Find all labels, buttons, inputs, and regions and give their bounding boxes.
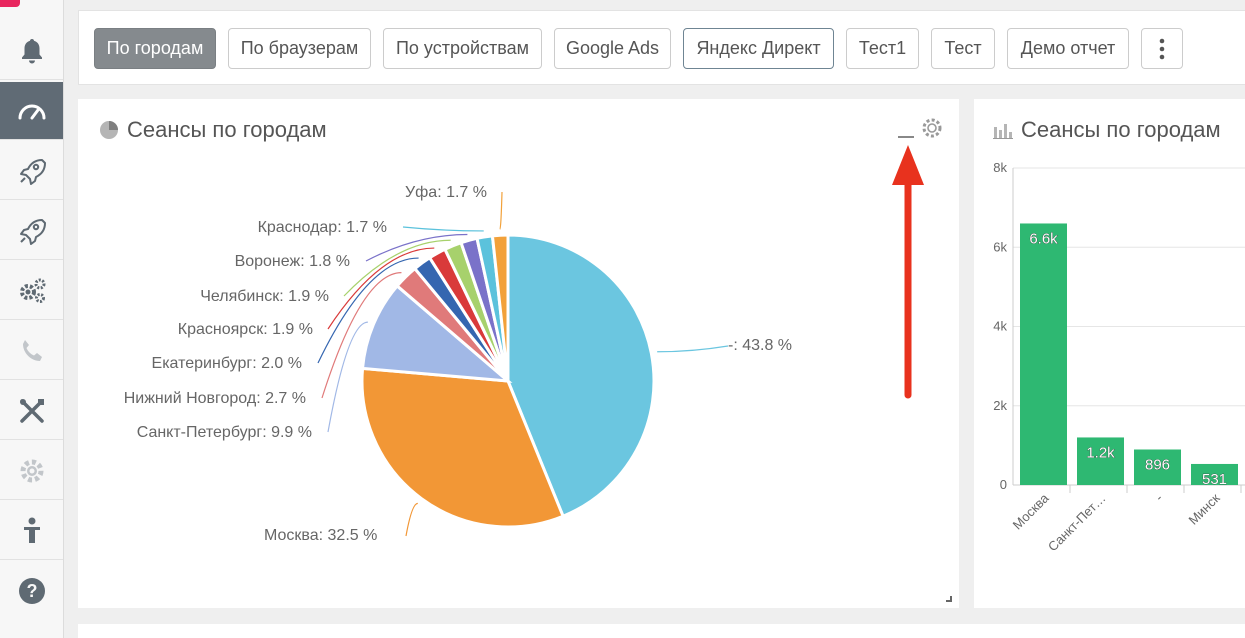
tab-by-cities[interactable]: По городам: [94, 28, 216, 69]
bar-category-label: Москва: [1010, 490, 1053, 533]
bar-y-tick-label: 2k: [993, 398, 1007, 413]
sidebar: ?: [0, 0, 64, 638]
svg-text:?: ?: [26, 581, 37, 601]
tab-test1[interactable]: Тест1: [846, 28, 919, 69]
sidebar-item-integrations[interactable]: [0, 262, 63, 320]
gears-icon: [19, 278, 45, 303]
pie-leader-line: [499, 191, 503, 230]
resize-handle[interactable]: [946, 596, 952, 602]
bar-category-label: -: [1152, 491, 1166, 505]
pie-label-spb: Санкт-Петербург: 9.9 %: [136, 424, 312, 441]
bar-data-label: 531: [1202, 471, 1227, 488]
person-icon: [23, 517, 40, 543]
phone-icon: [22, 339, 42, 361]
bar-y-tick-label: 6k: [993, 239, 1007, 254]
tab-google-ads[interactable]: Google Ads: [554, 28, 671, 69]
tab-test[interactable]: Тест: [931, 28, 995, 69]
sidebar-item-settings[interactable]: [0, 442, 63, 500]
bar-category-label: Минск: [1186, 490, 1223, 527]
pie-label-moskva: Москва: 32.5 %: [264, 527, 378, 544]
tools-icon: [19, 398, 44, 423]
pie-label-ufa: Уфа: 1.7 %: [404, 184, 487, 201]
sidebar-item-notifications[interactable]: [0, 22, 63, 80]
pie-label-dash: -: 43.8 %: [728, 337, 793, 354]
tab-by-devices[interactable]: По устройствам: [383, 28, 542, 69]
rocket-icon: [19, 158, 46, 185]
lower-panel: [78, 624, 1245, 638]
more-tabs-button[interactable]: [1141, 28, 1183, 69]
tab-yandex-direct[interactable]: Яндекс Директ: [683, 28, 834, 69]
bell-icon: [21, 38, 42, 63]
dashboard-gauge-icon: [18, 104, 45, 119]
sidebar-item-launch[interactable]: [0, 202, 63, 260]
pie-label-krasnodar: Краснодар: 1.7 %: [257, 219, 387, 236]
pie-leader-line: [402, 226, 484, 232]
pie-chart-panel: Сеансы по городам -: 43.8 % Москва: 32.5…: [78, 99, 959, 608]
bar-y-tick-label: 0: [1000, 477, 1007, 492]
bar-data-label: 896: [1145, 456, 1170, 473]
settings-gear-icon: [20, 459, 43, 482]
rocket-icon: [19, 218, 46, 245]
sidebar-item-profile[interactable]: [0, 502, 63, 560]
red-arrow-annotation: [892, 145, 924, 399]
app-logo[interactable]: [0, 0, 20, 7]
vertical-dots-icon: [1159, 38, 1165, 59]
bar-data-label: 1.2k: [1086, 444, 1115, 461]
pie-chart: [317, 191, 729, 537]
pie-label-chelyabinsk: Челябинск: 1.9 %: [200, 288, 329, 305]
bar-y-tick-label: 4k: [993, 319, 1007, 334]
pie-leader-line: [657, 345, 729, 353]
tab-by-browsers[interactable]: По браузерам: [228, 28, 371, 69]
help-icon: ?: [18, 578, 45, 604]
pie-leader-line: [405, 502, 418, 537]
report-tabs-bar: По городам По браузерам По устройствам G…: [78, 10, 1245, 85]
sidebar-item-calls[interactable]: [0, 322, 63, 380]
sidebar-item-campaigns[interactable]: [0, 142, 63, 200]
bar[interactable]: [1020, 223, 1067, 485]
pie-label-krasnoyarsk: Красноярск: 1.9 %: [177, 321, 313, 338]
sidebar-item-dashboard[interactable]: [0, 82, 63, 140]
bar-category-label: Санкт-Пет…: [1045, 491, 1109, 555]
tab-demo-report[interactable]: Демо отчет: [1007, 28, 1129, 69]
sidebar-item-tools[interactable]: [0, 382, 63, 440]
bar-chart-panel: Сеансы по городам 0 2k 4k 6k 8k 6.6k Москва 1.2…: [974, 99, 1245, 608]
sidebar-item-help[interactable]: ?: [0, 562, 63, 620]
bar-data-label: 6.6k: [1029, 230, 1058, 247]
pie-label-ekb: Екатеринбург: 2.0 %: [151, 355, 302, 372]
bar-chart: 0 2k 4k 6k 8k 6.6k Москва 1.2k Санкт-Пет… 896 - 531…: [993, 160, 1245, 555]
pie-label-nn: Нижний Новгород: 2.7 %: [123, 390, 306, 407]
bar-y-tick-label: 8k: [993, 160, 1007, 175]
pie-label-voronezh: Воронеж: 1.8 %: [234, 253, 350, 270]
